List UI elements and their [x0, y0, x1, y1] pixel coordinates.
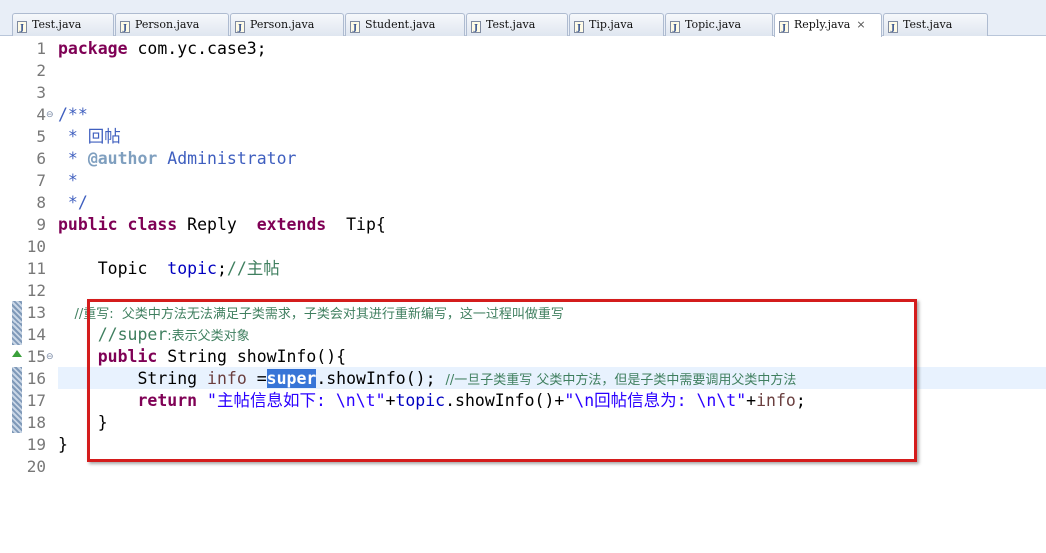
code-line-7: * [58, 171, 78, 190]
editor-tab-bar: J Test.java J Person.java J Person.java J St… [0, 0, 1046, 37]
tab-label: Student.java [365, 18, 436, 31]
tab-person-java-2[interactable]: J Person.java [230, 13, 344, 36]
tab-person-java-1[interactable]: J Person.java [115, 13, 229, 36]
tab-topic-java[interactable]: J Topic.java [665, 13, 773, 36]
line-number: 11 [26, 259, 46, 278]
line-number-gutter: 1 2 3 4 5 6 7 8 9 10 11 12 13 14 15 16 1… [0, 36, 56, 553]
tab-student-java[interactable]: J Student.java [345, 13, 465, 36]
tab-label: Person.java [135, 18, 200, 31]
tab-label: Reply.java [794, 18, 851, 31]
line-number: 17 [26, 391, 46, 410]
line-number: 9 [36, 215, 46, 234]
red-highlight-annotation [87, 299, 917, 462]
tab-reply-java[interactable]: J Reply.java ⨯ [774, 13, 882, 37]
tab-test-java-2[interactable]: J Test.java [466, 13, 568, 36]
line-number: 16 [26, 369, 46, 388]
java-file-icon: J [670, 21, 680, 33]
code-line-1: package com.yc.case3; [58, 39, 267, 58]
java-file-icon: J [779, 21, 789, 33]
line-number: 8 [36, 193, 46, 212]
line-number: 15 [26, 347, 46, 366]
code-line-11: Topic topic;//主帖 [58, 259, 280, 278]
java-file-icon: J [471, 21, 481, 33]
line-number: 1 [36, 39, 46, 58]
code-line-6: * @author Administrator [58, 149, 297, 168]
java-file-icon: J [120, 21, 130, 33]
tab-tip-java[interactable]: J Tip.java [569, 13, 664, 36]
line-number: 5 [36, 127, 46, 146]
close-icon[interactable]: ⨯ [856, 14, 865, 36]
tab-label: Tip.java [589, 18, 634, 31]
java-file-icon: J [888, 21, 898, 33]
code-line-8: */ [58, 193, 88, 212]
line-number: 7 [36, 171, 46, 190]
code-line-5: * 回帖 [58, 127, 121, 146]
java-file-icon: J [17, 21, 27, 33]
tab-test-java-3[interactable]: J Test.java [883, 13, 988, 36]
code-editor[interactable]: 1 2 3 4 5 6 7 8 9 10 11 12 13 14 15 16 1… [0, 36, 1046, 553]
tab-label: Test.java [32, 18, 82, 31]
line-number: 2 [36, 61, 46, 80]
line-number: 18 [26, 413, 46, 432]
tab-label: Test.java [903, 18, 953, 31]
line-number: 3 [36, 83, 46, 102]
java-file-icon: J [574, 21, 584, 33]
tab-label: Topic.java [685, 18, 742, 31]
line-number: 10 [26, 237, 46, 256]
line-number: 14 [26, 325, 46, 344]
tab-label: Person.java [250, 18, 315, 31]
line-number: 19 [26, 435, 46, 454]
java-file-icon: J [235, 21, 245, 33]
line-number: 12 [26, 281, 46, 300]
code-line-19: } [58, 435, 68, 454]
tab-test-java-1[interactable]: J Test.java [12, 13, 114, 36]
line-number: 20 [26, 457, 46, 476]
tab-label: Test.java [486, 18, 536, 31]
fold-toggle-icon[interactable]: ⊖ [46, 104, 56, 126]
line-number: 6 [36, 149, 46, 168]
fold-toggle-icon[interactable]: ⊖ [46, 346, 56, 368]
code-line-4: /** [58, 105, 88, 124]
line-number: 4 [36, 105, 46, 124]
java-file-icon: J [350, 21, 360, 33]
line-number: 13 [26, 303, 46, 322]
code-line-9: public class Reply extends Tip{ [58, 215, 386, 234]
